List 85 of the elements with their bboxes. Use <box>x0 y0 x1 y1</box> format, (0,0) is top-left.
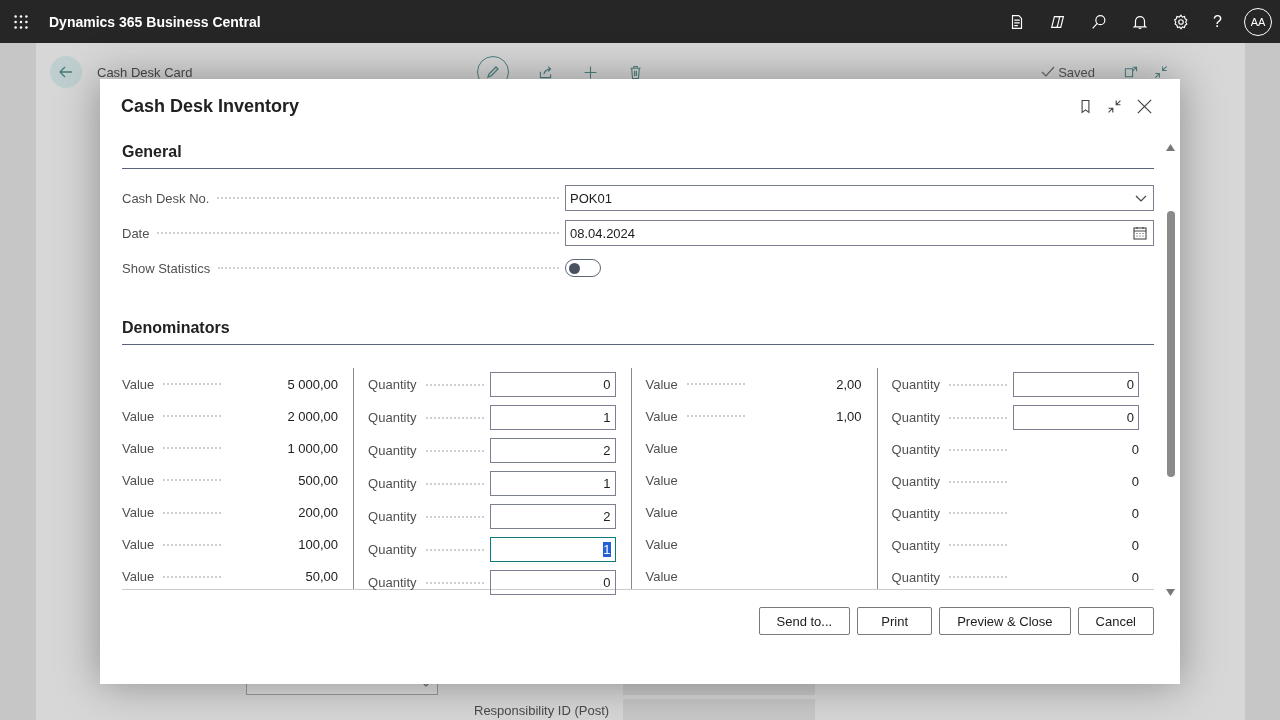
amount-text: 5 000,00 <box>287 376 339 392</box>
scroll-up-icon[interactable] <box>1166 144 1175 151</box>
field-label: Value <box>645 569 678 585</box>
field-label: Value <box>122 505 155 521</box>
amount-text: 0 <box>1131 569 1139 585</box>
quantity-field[interactable]: 2 <box>489 438 616 463</box>
field-label: Value <box>645 408 678 424</box>
amount-text: 500,00 <box>298 473 339 488</box>
quantity-field[interactable]: 1 <box>489 405 616 430</box>
quantity-field[interactable]: 1 <box>489 471 616 496</box>
collapse-icon[interactable] <box>1153 64 1169 80</box>
field-label: Cash Desk No. <box>122 190 210 206</box>
amount-text: 50,00 <box>305 569 339 585</box>
amount-text: 1,00 <box>836 408 862 424</box>
field-label: Quantity <box>891 474 940 490</box>
field-label: Quantity <box>368 476 417 491</box>
amount-text: 0 <box>1131 537 1139 553</box>
dialog-title: Cash Desk Inventory <box>121 96 301 117</box>
delete-icon[interactable] <box>627 63 644 81</box>
field-label: Value <box>122 408 155 424</box>
back-arrow-icon <box>58 64 74 80</box>
field-label: Value <box>645 376 678 392</box>
amount-text: 0 <box>1131 442 1139 458</box>
field-label: Quantity <box>891 377 940 392</box>
field-label: Quantity <box>368 443 417 458</box>
field-label: Responsibility ID (Post) <box>474 703 611 718</box>
field-label: Quantity <box>891 442 940 458</box>
dialog-button[interactable]: Print <box>857 607 933 635</box>
quantity-field[interactable]: 0 <box>489 570 616 595</box>
share-icon[interactable] <box>537 63 554 81</box>
scroll-down-icon[interactable] <box>1166 589 1175 596</box>
text-field[interactable] <box>623 699 815 720</box>
saved-status: Saved <box>1058 64 1095 80</box>
field-label: Quantity <box>368 410 417 425</box>
checkmark-icon <box>1041 66 1056 78</box>
back-button[interactable] <box>50 56 82 88</box>
page-title: Cash Desk Card <box>97 64 194 80</box>
app-title: Dynamics 365 Business Central <box>49 13 261 30</box>
quantity-field[interactable]: 1 <box>489 537 616 562</box>
field-label: Value <box>122 376 155 392</box>
field-label: Quantity <box>368 377 417 392</box>
help-button[interactable]: ? <box>1213 12 1222 31</box>
quantity-field[interactable]: 0 <box>1013 372 1139 397</box>
field-label: Show Statistics <box>122 260 211 276</box>
collapse-icon[interactable] <box>1106 98 1123 115</box>
dialog-button[interactable]: Preview & Close <box>939 607 1071 635</box>
field-label: Quantity <box>368 509 417 524</box>
dropdown-field[interactable]: POK01 <box>565 185 1154 211</box>
amount-text: 200,00 <box>298 505 339 521</box>
field-label: Quantity <box>891 569 940 585</box>
dialog-button[interactable]: Send to... <box>758 607 851 635</box>
field-label: Quantity <box>368 542 417 557</box>
chevron-icon <box>1135 194 1147 202</box>
scrollbar-thumb[interactable] <box>1166 211 1175 477</box>
field-label: Value <box>645 505 678 521</box>
field-label: Value <box>645 537 678 553</box>
field-label: Quantity <box>368 575 417 590</box>
open-in-new-window-icon[interactable] <box>1123 64 1139 80</box>
field-label: Value <box>122 537 155 553</box>
pencil-icon <box>485 64 501 80</box>
dialog-button[interactable]: Cancel <box>1077 607 1154 635</box>
quantity-field[interactable]: 2 <box>489 504 616 529</box>
app-launcher-icon[interactable] <box>12 12 30 31</box>
field-label: Value <box>122 440 155 456</box>
close-icon[interactable] <box>1135 97 1154 116</box>
field-label: Value <box>645 473 678 488</box>
amount-text: 0 <box>1131 474 1139 490</box>
field-label: Quantity <box>891 537 940 553</box>
amount-text: 0 <box>1131 506 1139 521</box>
amount-text: 1 000,00 <box>287 440 339 456</box>
field-label: Date <box>122 225 150 241</box>
section-heading: Denominators <box>122 310 1154 345</box>
field-label: Value <box>122 473 155 488</box>
amount-text: 2,00 <box>836 376 862 392</box>
quantity-field[interactable]: 0 <box>1013 405 1139 430</box>
section-heading: General <box>122 134 1154 169</box>
field-label: Quantity <box>891 410 940 425</box>
field-label: Quantity <box>891 506 940 521</box>
date-field[interactable]: 08.04.2024 <box>565 220 1154 246</box>
amount-text: 100,00 <box>298 537 339 553</box>
quantity-field[interactable]: 0 <box>489 372 616 397</box>
field-label: Value <box>645 440 678 456</box>
amount-text: 2 000,00 <box>287 408 339 424</box>
field-label: Value <box>122 569 155 585</box>
calendar-icon <box>1133 226 1147 240</box>
